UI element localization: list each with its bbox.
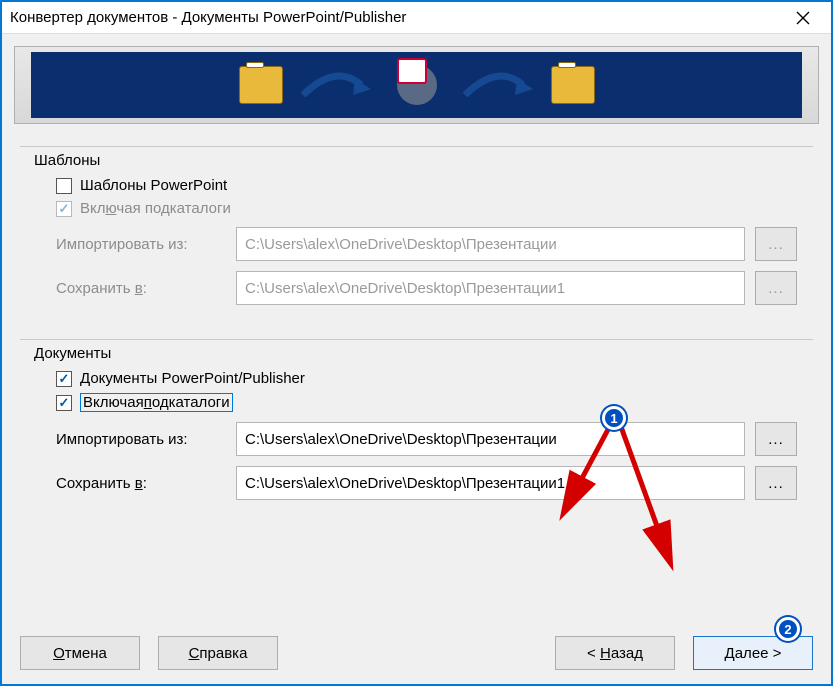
target-folder-icon	[551, 66, 595, 104]
converter-icon	[389, 62, 445, 108]
back-button[interactable]: < Назад	[555, 636, 675, 670]
content-area: Шаблоны Шаблоны PowerPoint Включая подка…	[2, 130, 831, 534]
documents-fieldset: Документы Документы PowerPoint/Publisher…	[20, 329, 813, 514]
documents-legend: Документы	[34, 345, 117, 362]
close-button[interactable]	[783, 4, 823, 32]
banner	[14, 46, 819, 124]
next-button[interactable]: Далее >	[693, 636, 813, 670]
help-button[interactable]: Справка	[158, 636, 278, 670]
cancel-button[interactable]: Отмена	[20, 636, 140, 670]
arrow-icon	[463, 71, 533, 99]
annotation-badge-1: 1	[602, 406, 626, 430]
banner-graphic	[31, 52, 802, 118]
window-title: Конвертер документов - Документы PowerPo…	[10, 9, 783, 26]
arrow-icon	[301, 71, 371, 99]
templates-legend: Шаблоны	[34, 152, 106, 169]
annotation-badge-2: 2	[776, 617, 800, 641]
templates-fieldset: Шаблоны Шаблоны PowerPoint Включая подка…	[20, 136, 813, 319]
close-icon	[796, 11, 810, 25]
titlebar: Конвертер документов - Документы PowerPo…	[2, 2, 831, 34]
dialog-window: Конвертер документов - Документы PowerPo…	[0, 0, 833, 686]
source-folder-icon	[239, 66, 283, 104]
footer: Отмена Справка < Назад Далее >	[2, 636, 831, 670]
